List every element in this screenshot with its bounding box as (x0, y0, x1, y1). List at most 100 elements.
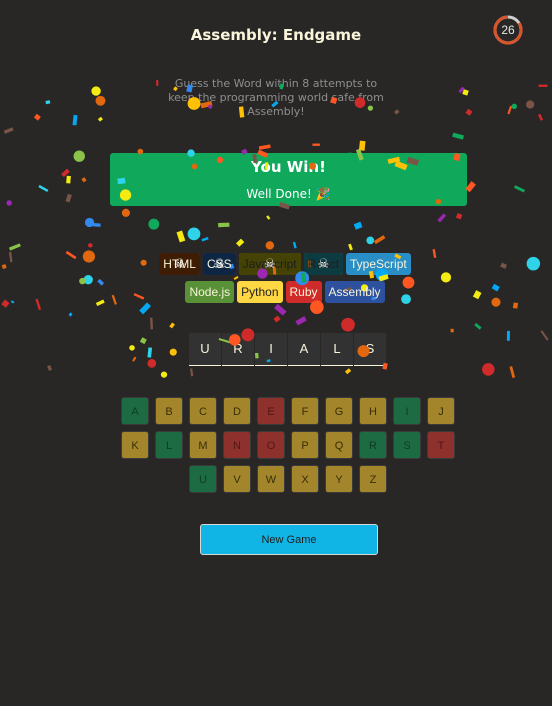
confetti-piece (472, 290, 482, 300)
confetti-piece (491, 283, 500, 292)
confetti-piece (97, 278, 105, 286)
key-t[interactable]: T (427, 431, 455, 459)
confetti-piece (92, 223, 101, 227)
key-f[interactable]: F (291, 397, 319, 425)
key-j[interactable]: J (427, 397, 455, 425)
confetti-piece (129, 345, 135, 351)
key-l[interactable]: L (155, 431, 183, 459)
confetti-piece (147, 358, 157, 368)
key-m[interactable]: M (189, 431, 217, 459)
confetti-piece (201, 236, 209, 242)
key-h[interactable]: H (359, 397, 387, 425)
confetti-piece (33, 113, 41, 121)
confetti-piece (91, 86, 101, 96)
key-q[interactable]: Q (325, 431, 353, 459)
language-name: Node.js (189, 285, 231, 299)
confetti-piece (95, 95, 106, 106)
key-o[interactable]: O (257, 431, 285, 459)
confetti-piece (95, 299, 105, 307)
confetti-piece (1, 264, 7, 269)
skull-icon: ☠ (263, 256, 276, 271)
key-s[interactable]: S (393, 431, 421, 459)
confetti-piece (458, 86, 465, 94)
confetti-piece (3, 127, 14, 134)
word-letter: I (255, 333, 287, 366)
confetti-piece (513, 185, 525, 193)
confetti-piece (148, 218, 160, 230)
language-chip: Python (237, 281, 283, 303)
key-r[interactable]: R (359, 431, 387, 459)
key-v[interactable]: V (223, 465, 251, 493)
confetti-piece (132, 356, 137, 362)
confetti-piece (121, 208, 130, 217)
new-game-button[interactable]: New Game (200, 524, 378, 555)
confetti-piece (292, 241, 297, 249)
confetti-piece (511, 103, 517, 110)
timer: 26 (492, 14, 524, 46)
key-e[interactable]: E (257, 397, 285, 425)
word-letter: R (222, 333, 254, 366)
confetti-piece (10, 300, 15, 304)
key-i[interactable]: I (393, 397, 421, 425)
key-u[interactable]: U (189, 465, 217, 493)
language-chip: Node.js (185, 281, 235, 303)
confetti-piece (506, 330, 510, 341)
confetti-piece (68, 312, 73, 317)
confetti-piece (258, 144, 271, 150)
confetti-piece (540, 330, 549, 341)
key-k[interactable]: K (121, 431, 149, 459)
confetti-piece (79, 277, 86, 285)
confetti-piece (437, 213, 447, 223)
language-chip: React ☠ (303, 253, 344, 275)
confetti-piece (176, 230, 186, 243)
key-d[interactable]: D (223, 397, 251, 425)
confetti-piece (65, 193, 72, 203)
confetti-piece (169, 348, 177, 356)
confetti-piece (265, 241, 275, 250)
game-status-banner: You Win! Well Done! 🎉 (110, 153, 467, 206)
key-n[interactable]: N (223, 431, 251, 459)
confetti-piece (266, 215, 271, 220)
word-display: URIALS (189, 333, 386, 366)
confetti-piece (348, 243, 353, 251)
confetti-piece (35, 298, 42, 311)
key-g[interactable]: G (325, 397, 353, 425)
confetti-piece (97, 116, 103, 122)
language-chips: HTML ☠ CSS ☠ Javascript ☠ React ☠ TypeScript Node… (140, 253, 430, 303)
key-b[interactable]: B (155, 397, 183, 425)
confetti-piece (8, 251, 13, 263)
language-name: Assembly (328, 285, 381, 299)
skull-icon: ☠ (173, 256, 186, 271)
key-p[interactable]: P (291, 431, 319, 459)
page-title: Assembly: Endgame (190, 26, 362, 44)
confetti-piece (462, 89, 469, 96)
skull-icon: ☠ (213, 256, 226, 271)
key-z[interactable]: Z (359, 465, 387, 493)
confetti-piece (47, 364, 52, 371)
confetti-piece (432, 249, 437, 258)
key-y[interactable]: Y (325, 465, 353, 493)
subtitle: Guess the Word within 8 attempts to keep… (168, 77, 384, 118)
confetti-piece (65, 250, 77, 260)
word-letter: A (288, 333, 320, 366)
confetti-piece (84, 217, 95, 228)
confetti-piece (190, 368, 194, 377)
skull-icon: ☠ (317, 256, 330, 271)
confetti-piece (235, 238, 245, 247)
keyboard: ABCDEFGHIJ KLMNOPQRST UVWXYZ (120, 397, 456, 493)
language-chip: Javascript ☠ (238, 253, 301, 275)
key-x[interactable]: X (291, 465, 319, 493)
confetti-piece (373, 235, 386, 245)
confetti-piece (537, 113, 544, 121)
key-w[interactable]: W (257, 465, 285, 493)
key-c[interactable]: C (189, 397, 217, 425)
confetti-piece (8, 243, 21, 251)
word-letter: U (189, 333, 221, 366)
confetti-piece (353, 221, 363, 230)
language-chip: Assembly (324, 281, 385, 303)
key-a[interactable]: A (121, 397, 149, 425)
language-name: Ruby (289, 285, 318, 299)
language-name: Python (241, 285, 279, 299)
confetti-piece (474, 322, 482, 330)
confetti-piece (82, 250, 96, 263)
